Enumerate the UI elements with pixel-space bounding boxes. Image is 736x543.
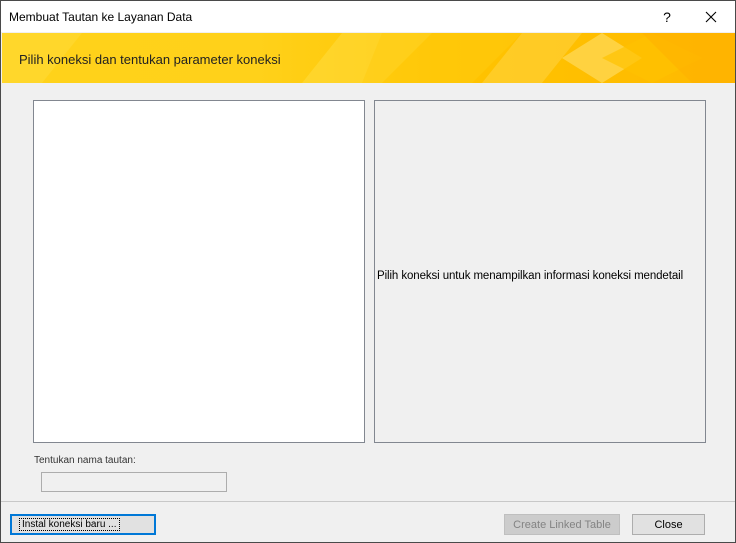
install-new-connection-button[interactable]: Instal koneksi baru ...: [10, 514, 156, 535]
help-button[interactable]: ?: [647, 1, 687, 32]
help-icon: ?: [663, 8, 671, 25]
create-linked-table-button[interactable]: Create Linked Table: [504, 514, 620, 535]
window-title: Membuat Tautan ke Layanan Data: [9, 10, 193, 24]
banner-heading: Pilih koneksi dan tentukan parameter kon…: [19, 52, 281, 67]
dialog-window: Membuat Tautan ke Layanan Data ? Pilih k…: [0, 0, 736, 543]
close-button-label: Close: [654, 518, 683, 531]
connection-list[interactable]: [33, 100, 365, 443]
close-icon: [705, 11, 717, 22]
footer-separator: [1, 501, 735, 502]
close-window-button[interactable]: [691, 1, 731, 32]
install-button-label: Instal koneksi baru ...: [19, 518, 120, 531]
connection-details-panel: Pilih koneksi untuk menampilkan informas…: [374, 100, 706, 443]
create-button-label: Create Linked Table: [513, 518, 611, 531]
close-button[interactable]: Close: [632, 514, 705, 535]
title-bar: Membuat Tautan ke Layanan Data ?: [1, 1, 735, 32]
link-name-label: Tentukan nama tautan:: [34, 455, 136, 466]
link-name-input[interactable]: [41, 472, 227, 492]
details-placeholder-text: Pilih koneksi untuk menampilkan informas…: [377, 270, 684, 282]
header-banner: Pilih koneksi dan tentukan parameter kon…: [2, 33, 735, 83]
